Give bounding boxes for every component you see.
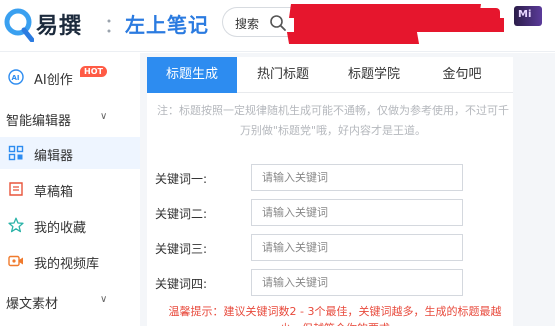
redaction-mark: [470, 8, 500, 28]
search-box[interactable]: 搜索: [222, 7, 292, 37]
keyword-row: 关键词二:: [147, 199, 513, 227]
logo-icon: [4, 8, 34, 42]
hot-badge: HOT: [80, 66, 107, 77]
svg-text:AI: AI: [12, 74, 20, 82]
slogan-text: 左上笔记: [125, 13, 209, 37]
sidebar-item-video-library[interactable]: 我的视频库: [0, 245, 140, 277]
logo-slogan: ：左上笔记: [104, 9, 209, 38]
tab-title-academy[interactable]: 标题学院: [329, 57, 419, 93]
user-badge-text: Mi: [518, 9, 532, 20]
keyword-label: 关键词二:: [155, 207, 208, 221]
sidebar-item-ai-create[interactable]: AI AI创作 HOT: [0, 61, 140, 93]
keyword-input-4[interactable]: [251, 269, 463, 296]
keyword-label: 关键词四:: [155, 277, 208, 291]
logo-text[interactable]: 易撰: [36, 8, 82, 40]
redaction-mark: [286, 32, 420, 44]
ai-icon: AI: [8, 69, 24, 85]
keyword-input-1[interactable]: [251, 164, 463, 191]
sidebar-item-label: 草稿箱: [34, 185, 74, 200]
tab-title-generate[interactable]: 标题生成: [147, 57, 237, 93]
top-header: 易撰 ：左上笔记 搜索 Mi: [0, 0, 555, 52]
chevron-down-icon[interactable]: ∨: [100, 111, 107, 122]
main-content: 标题生成 热门标题 标题学院 金句吧 注：标题按照一定规律随机生成可能不通畅，仅…: [140, 53, 555, 326]
sidebar-item-drafts[interactable]: 草稿箱: [0, 173, 140, 205]
video-icon: [8, 255, 23, 267]
usage-notice: 注：标题按照一定规律随机生成可能不通畅，仅做为参考使用，不过可千万别做"标题党"…: [157, 104, 509, 137]
keyword-input-2[interactable]: [251, 199, 463, 226]
keyword-tip: 温馨提示：建议关键词数2 - 3个最佳，关键词越多，生成的标题最越少，但越符合你…: [168, 305, 502, 326]
keyword-row: 关键词四:: [147, 269, 513, 297]
grid-icon: [8, 145, 24, 161]
keyword-row: 关键词三:: [147, 234, 513, 262]
tab-bar: 标题生成 热门标题 标题学院 金句吧: [147, 57, 513, 93]
redaction-mark: [289, 4, 481, 18]
sidebar-item-editor[interactable]: 编辑器: [0, 137, 140, 169]
tab-golden-quotes[interactable]: 金句吧: [419, 57, 505, 93]
keyword-row: 关键词一:: [147, 164, 513, 192]
sidebar-group-material[interactable]: 爆文素材: [6, 293, 58, 312]
title-generator-panel: 标题生成 热门标题 标题学院 金句吧 注：标题按照一定规律随机生成可能不通畅，仅…: [147, 57, 513, 326]
sidebar-item-label: 我的收藏: [34, 221, 87, 236]
sidebar-group-editor[interactable]: 智能编辑器: [6, 110, 71, 129]
sidebar: AI AI创作 HOT 智能编辑器 ∨ 编辑器 草稿箱 我的收藏 我的视频库 爆…: [0, 53, 140, 326]
draft-box-icon: [9, 182, 23, 196]
keyword-input-3[interactable]: [251, 234, 463, 261]
keyword-label: 关键词三:: [155, 242, 208, 256]
slogan-separator: ：: [104, 13, 125, 37]
search-icon[interactable]: [269, 14, 287, 32]
sidebar-item-label: AI创作: [34, 73, 73, 88]
keyword-label: 关键词一:: [155, 172, 208, 186]
sidebar-item-favorites[interactable]: 我的收藏: [0, 209, 140, 241]
star-icon: [8, 217, 24, 233]
chevron-down-icon[interactable]: ∨: [100, 294, 107, 305]
search-label: 搜索: [235, 17, 260, 31]
user-badge[interactable]: Mi: [514, 6, 542, 26]
sidebar-item-label: 编辑器: [34, 149, 74, 164]
tab-hot-titles[interactable]: 热门标题: [237, 57, 329, 93]
sidebar-item-label: 我的视频库: [34, 257, 100, 272]
